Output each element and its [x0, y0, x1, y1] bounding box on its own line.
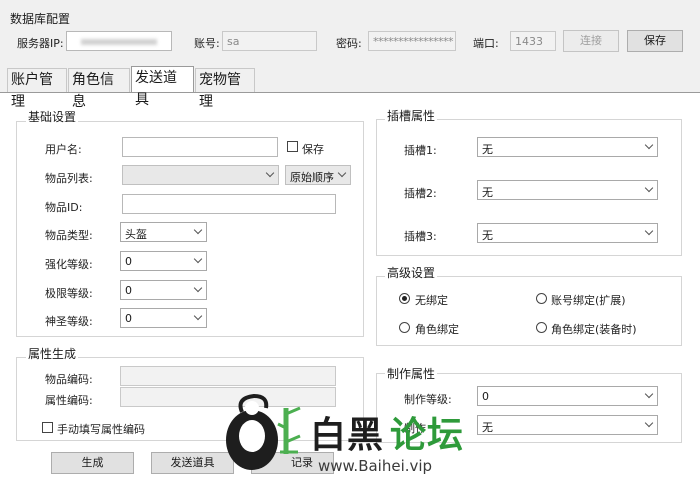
tab-account[interactable]: 账户管理 [7, 68, 67, 110]
item-code-input[interactable] [120, 366, 336, 386]
basic-settings-title: 基础设置 [26, 108, 79, 125]
bind-role-label: 角色绑定 [415, 323, 459, 336]
account-input[interactable]: sa [222, 31, 317, 51]
save-username-label: 保存 [302, 143, 324, 156]
watermark-text-a: 白黑 [310, 415, 385, 456]
watermark-overlay: 白黑 论坛 www.Baihei.vip [222, 392, 477, 480]
slot1-label: 插槽1: [404, 144, 437, 157]
limit-level-label: 极限等级: [45, 287, 93, 300]
password-input[interactable]: **************** [368, 31, 456, 51]
craft-other-select[interactable]: 无 [477, 415, 658, 435]
craft-title: 制作属性 [385, 365, 438, 382]
enhance-level-select[interactable]: 0 [120, 251, 207, 271]
bind-none-radio[interactable] [399, 293, 410, 304]
slot2-label: 插槽2: [404, 187, 437, 200]
item-code-label: 物品编码: [45, 373, 93, 386]
advanced-title: 高级设置 [385, 264, 438, 281]
bind-role-radio[interactable] [399, 322, 410, 333]
item-order-value: 原始顺序 [290, 171, 334, 184]
slot3-select[interactable]: 无 [477, 223, 658, 243]
chevron-down-icon [193, 311, 203, 321]
server-ip-label: 服务器IP: [17, 37, 64, 50]
item-order-select[interactable]: 原始顺序 [285, 165, 351, 185]
holy-level-select[interactable]: 0 [120, 308, 207, 328]
bind-role-equip-label: 角色绑定(装备时) [551, 323, 637, 336]
server-ip-input[interactable] [66, 31, 172, 51]
account-label: 账号: [194, 37, 220, 50]
item-id-label: 物品ID: [45, 201, 83, 214]
username-label: 用户名: [45, 143, 82, 156]
limit-level-select[interactable]: 0 [120, 280, 207, 300]
bind-account-radio[interactable] [536, 293, 547, 304]
enhance-level-label: 强化等级: [45, 258, 93, 271]
item-type-select[interactable]: 头盔 [120, 222, 207, 242]
chevron-down-icon [193, 283, 203, 293]
chevron-down-icon [644, 140, 654, 150]
db-config-title: 数据库配置 [10, 12, 71, 26]
bind-account-label: 账号绑定(扩展) [551, 294, 626, 307]
chevron-down-icon [193, 225, 203, 235]
save-username-checkbox[interactable] [287, 141, 298, 152]
attr-code-label: 属性编码: [45, 394, 93, 407]
limit-level-value: 0 [125, 284, 132, 297]
slot3-value: 无 [482, 229, 493, 242]
slot1-value: 无 [482, 143, 493, 156]
manual-attr-label: 手动填写属性编码 [57, 423, 145, 436]
chevron-down-icon [644, 389, 654, 399]
tab-send-item[interactable]: 发送道具 [131, 66, 194, 108]
connect-button[interactable]: 连接 [563, 30, 619, 52]
item-list-label: 物品列表: [45, 172, 93, 185]
manual-attr-checkbox[interactable] [42, 422, 53, 433]
item-type-label: 物品类型: [45, 229, 93, 242]
holy-level-value: 0 [125, 312, 132, 325]
slot1-select[interactable]: 无 [477, 137, 658, 157]
item-list-select[interactable] [122, 165, 279, 185]
chevron-down-icon [265, 168, 275, 178]
watermark-url: www.Baihei.vip [318, 457, 433, 475]
chevron-down-icon [644, 183, 654, 193]
slot2-select[interactable]: 无 [477, 180, 658, 200]
watermark-text-b: 论坛 [390, 415, 465, 456]
watermark-logo-icon [226, 393, 301, 470]
slot-props-title: 插槽属性 [385, 107, 438, 124]
slot2-value: 无 [482, 186, 493, 199]
chevron-down-icon [644, 226, 654, 236]
attr-gen-title: 属性生成 [26, 345, 79, 362]
save-db-button[interactable]: 保存 [627, 30, 683, 52]
port-label: 端口: [473, 37, 499, 50]
bind-role-equip-radio[interactable] [536, 322, 547, 333]
server-ip-blurred [81, 39, 157, 45]
enhance-level-value: 0 [125, 255, 132, 268]
port-input[interactable]: 1433 [510, 31, 556, 51]
slot3-label: 插槽3: [404, 230, 437, 243]
bind-none-label: 无绑定 [415, 294, 448, 307]
chevron-down-icon [644, 418, 654, 428]
craft-level-value: 0 [482, 390, 489, 403]
chevron-down-icon [193, 254, 203, 264]
generate-button[interactable]: 生成 [51, 452, 134, 474]
item-id-input[interactable] [122, 194, 336, 214]
tab-pet[interactable]: 宠物管理 [195, 68, 255, 110]
craft-other-value: 无 [482, 421, 493, 434]
craft-level-select[interactable]: 0 [477, 386, 658, 406]
tab-character[interactable]: 角色信息 [68, 68, 130, 110]
chevron-down-icon [337, 168, 347, 178]
item-type-value: 头盔 [125, 228, 147, 241]
password-label: 密码: [336, 37, 362, 50]
username-input[interactable] [122, 137, 278, 157]
holy-level-label: 神圣等级: [45, 315, 93, 328]
